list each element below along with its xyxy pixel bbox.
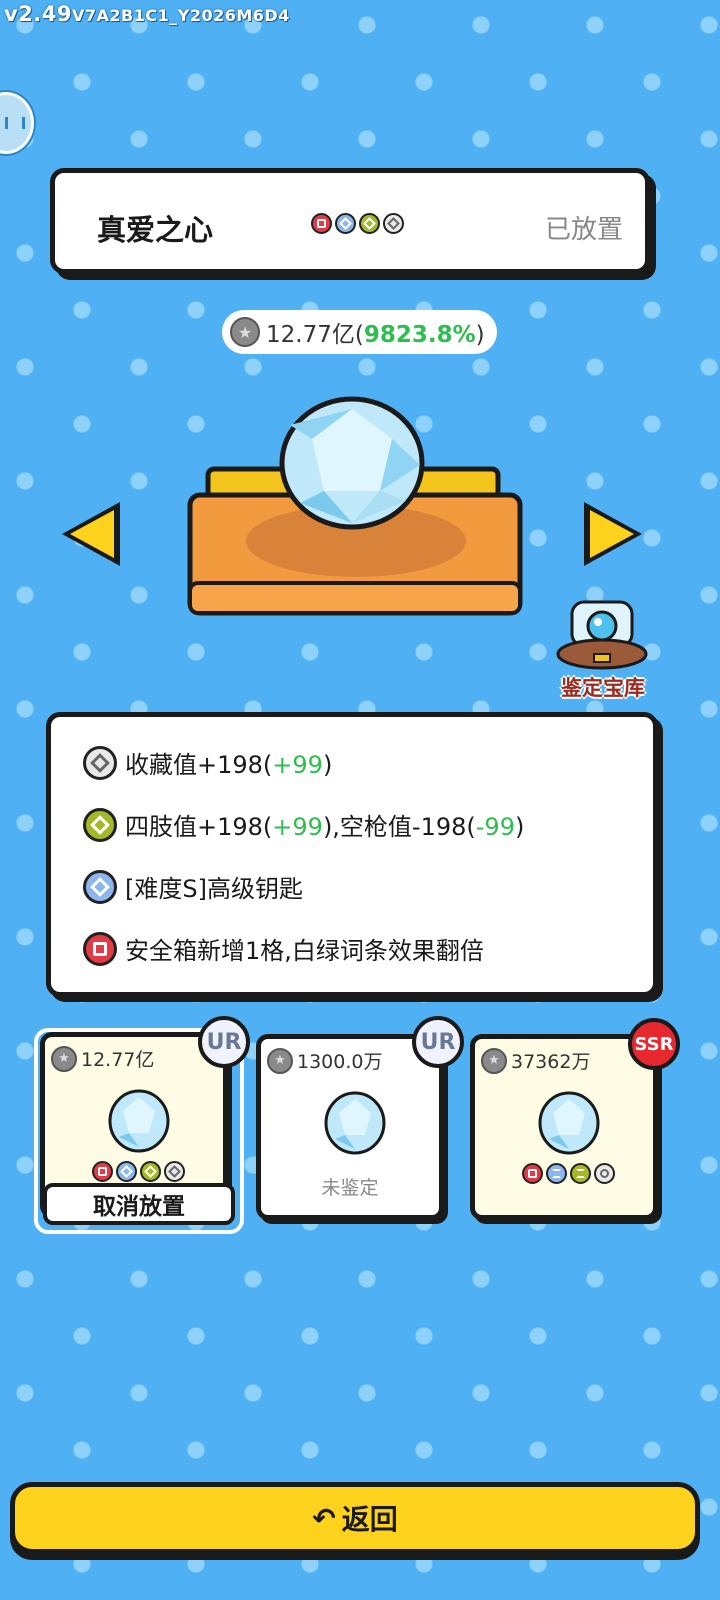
affix-gem-icons — [522, 1163, 615, 1184]
placement-status: 已放置 — [544, 215, 623, 245]
version-label: v2.49V7A2B1C1_Y2026M6D4 — [4, 2, 290, 26]
blue-gem-icon — [546, 1163, 567, 1184]
vault-icon — [556, 600, 648, 670]
diamond-icon — [538, 1091, 600, 1155]
item-price: ★ 12.77亿 — [51, 1045, 154, 1072]
coin-icon: ★ — [51, 1045, 77, 1072]
green-gem-icon — [140, 1161, 161, 1182]
floating-assistant-icon[interactable] — [0, 92, 34, 154]
rarity-badge: SSR — [628, 1018, 680, 1070]
item-price: ★ 37362万 — [481, 1047, 590, 1074]
green-gem-icon — [570, 1163, 591, 1184]
blue-gem-icon — [116, 1161, 137, 1182]
coin-icon: ★ — [481, 1047, 507, 1074]
item-card[interactable]: ★ 37362万 — [470, 1034, 658, 1220]
red-gem-icon — [311, 213, 332, 234]
affix-gem-icons — [92, 1161, 185, 1182]
gray-gem-icon — [383, 213, 404, 234]
vault-label: 鉴定宝库 — [561, 676, 645, 700]
effects-card: 收藏值+198(+99) 四肢值+198(+99),空枪值-198(-99) [… — [46, 712, 658, 997]
cancel-placement-button[interactable]: 取消放置 — [43, 1183, 235, 1225]
blue-gem-icon — [335, 213, 356, 234]
value-percent: 9823.8% — [363, 322, 476, 348]
coin-icon: ★ — [230, 317, 260, 347]
item-title-card: 真爱之心 已放置 — [50, 168, 650, 274]
item-name: 真爱之心 — [97, 213, 214, 247]
gray-gem-icon — [83, 745, 117, 780]
red-gem-icon — [92, 1161, 113, 1182]
green-gem-icon — [359, 213, 380, 234]
effect-row: [难度S]高级钥匙 — [83, 869, 303, 904]
item-price: ★ 1300.0万 — [267, 1047, 382, 1074]
return-arrow-icon: ↶ — [312, 1501, 336, 1535]
unidentified-label: 未鉴定 — [321, 1177, 379, 1199]
diamond-icon — [324, 1091, 386, 1155]
value-amount: 12.77亿( — [266, 322, 364, 348]
rarity-badge: UR — [198, 1016, 250, 1068]
gray-gem-icon — [164, 1161, 185, 1182]
affix-gem-icons — [311, 213, 404, 234]
effect-row: 收藏值+198(+99) — [83, 745, 332, 780]
back-button[interactable]: ↶ 返回 — [10, 1482, 700, 1554]
diamond-icon — [108, 1089, 170, 1153]
effect-row: 安全箱新增1格,白绿词条效果翻倍 — [83, 931, 484, 966]
blue-gem-icon — [83, 869, 117, 904]
item-card[interactable]: ★ 12.77亿 取消放置 — [40, 1032, 235, 1225]
green-gem-icon — [83, 807, 117, 842]
back-label: 返回 — [341, 1503, 398, 1536]
value-pill: ★ 12.77亿(9823.8%) — [222, 310, 497, 354]
red-gem-icon — [522, 1163, 543, 1184]
item-card[interactable]: ★ 1300.0万 未鉴定 — [256, 1034, 444, 1220]
gem-display-pedestal — [187, 396, 523, 616]
red-gem-icon — [83, 931, 117, 966]
effect-row: 四肢值+198(+99),空枪值-198(-99) — [83, 807, 524, 842]
rarity-badge: UR — [412, 1016, 464, 1068]
coin-icon: ★ — [267, 1047, 293, 1074]
gray-gem-icon — [594, 1163, 615, 1184]
appraisal-vault-button[interactable]: 鉴定宝库 — [548, 600, 656, 706]
diamond-icon — [279, 396, 425, 530]
